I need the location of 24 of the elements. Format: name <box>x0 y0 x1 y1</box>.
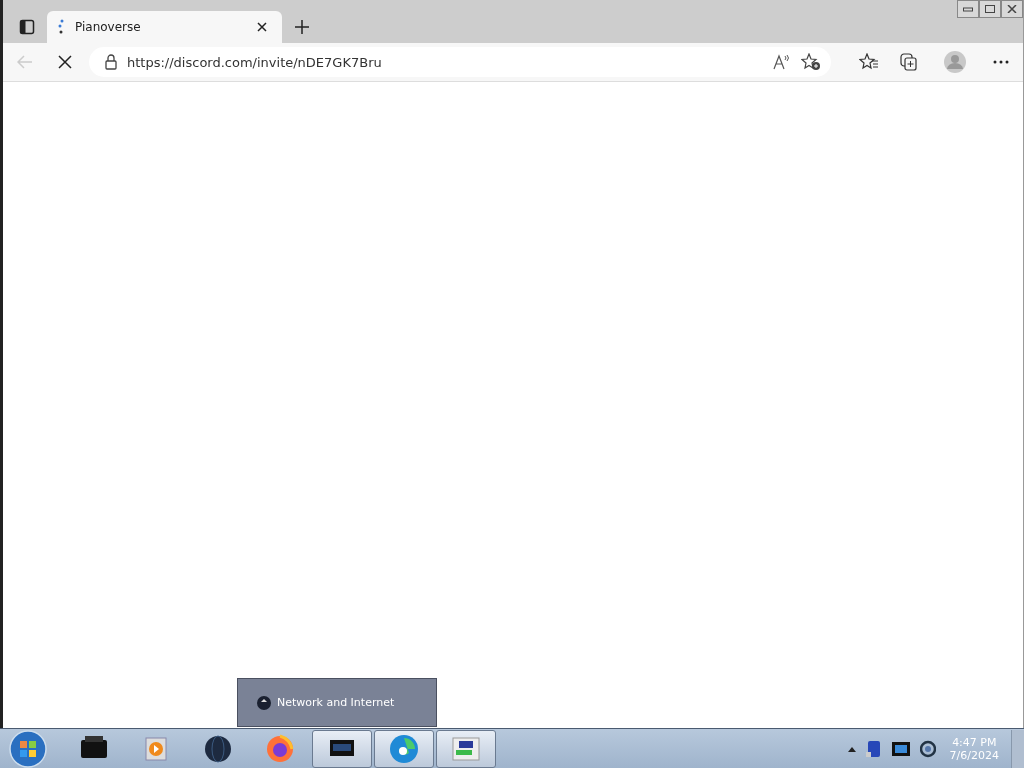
network-status-icon[interactable] <box>919 739 936 758</box>
restore-button[interactable] <box>979 0 1001 18</box>
restore-icon <box>985 5 995 13</box>
close-button[interactable] <box>1001 0 1023 18</box>
network-settings-icon <box>451 735 481 762</box>
tab-title: Pianoverse <box>75 20 142 34</box>
close-icon <box>1007 5 1017 13</box>
media-player-icon <box>145 736 167 761</box>
monitor-icon <box>329 738 355 759</box>
url-text: https://discord.com/invite/nDE7GK7Bru <box>127 54 383 70</box>
lock-icon <box>105 54 117 70</box>
device-icon[interactable] <box>865 739 882 758</box>
show-hidden-icons[interactable] <box>847 745 856 752</box>
browser-tab[interactable]: Pianoverse <box>47 11 282 43</box>
minimize-icon <box>963 6 973 12</box>
star-plus-icon[interactable] <box>801 53 821 71</box>
site-favicon-icon <box>57 19 65 35</box>
read-aloud-icon[interactable] <box>773 54 791 70</box>
tooltip-text: Network and Internet <box>277 696 395 709</box>
display-icon[interactable] <box>891 741 910 756</box>
monitor-taskbar-button[interactable] <box>312 729 372 768</box>
start-button[interactable] <box>6 729 50 768</box>
address-bar[interactable]: https://discord.com/invite/nDE7GK7Bru <box>89 47 831 77</box>
network-settings-taskbar-button[interactable] <box>436 729 496 768</box>
